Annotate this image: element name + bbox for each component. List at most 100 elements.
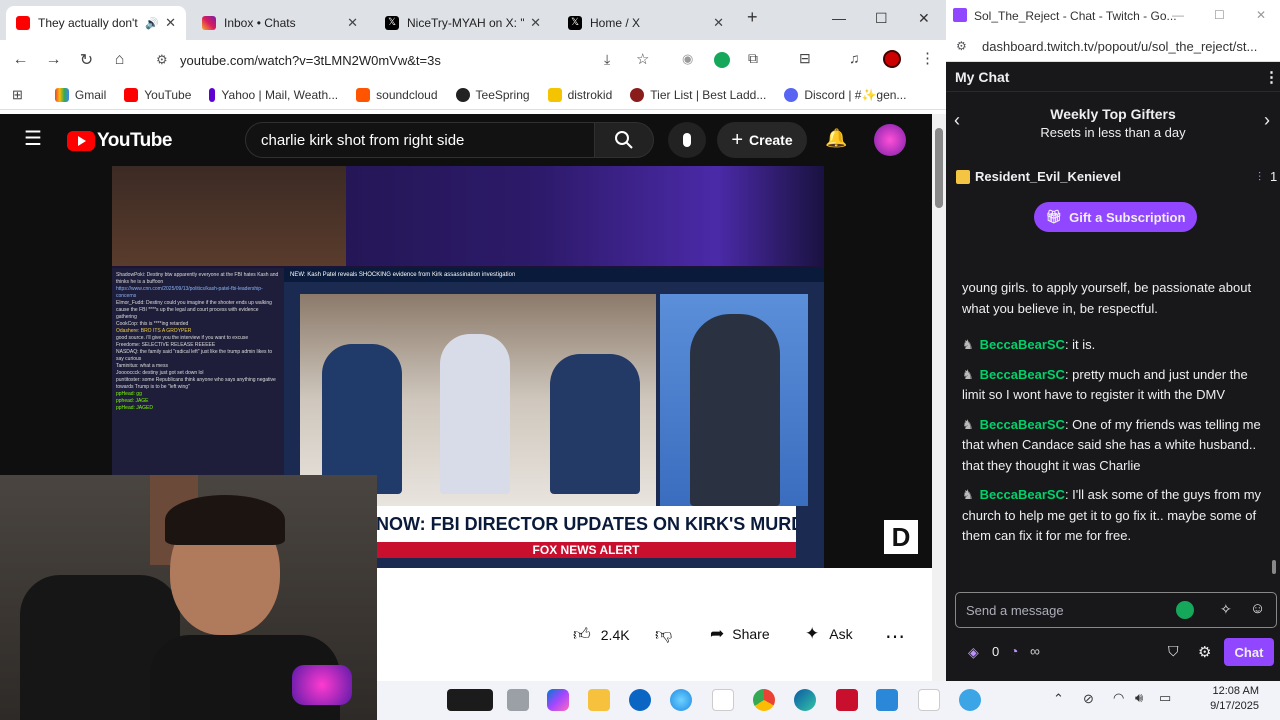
bookmark-discord[interactable]: Discord | #✨gen...: [784, 87, 906, 102]
voice-search-button[interactable]: [668, 122, 706, 158]
notepad-icon[interactable]: [712, 689, 734, 711]
minimize-icon[interactable]: —: [832, 10, 846, 26]
hype-icon[interactable]: ◔: [1010, 643, 1018, 659]
bookmark-youtube[interactable]: YouTube: [124, 87, 191, 102]
close-tab-icon[interactable]: ✕: [713, 15, 724, 31]
grammarly-icon[interactable]: [1176, 601, 1194, 619]
thumbs-down-icon: 👎︎: [655, 625, 673, 644]
bookmark-distrokid[interactable]: distrokid: [547, 87, 612, 102]
tab-instagram[interactable]: Inbox • Chats ✕: [192, 6, 368, 40]
like-button[interactable]: 👍︎ 2.4K: [573, 624, 630, 645]
share-button[interactable]: ➦ Share: [710, 624, 770, 644]
reload-icon[interactable]: ↻: [70, 50, 103, 70]
youtube-logo[interactable]: YouTube: [67, 130, 172, 152]
bookmark-gmail[interactable]: Gmail: [54, 87, 106, 102]
apps-icon[interactable]: ⊞: [12, 87, 23, 103]
tab-x-nicetry[interactable]: 𝕏 NiceTry-MYAH on X: "A ✕: [375, 6, 551, 40]
chat-username[interactable]: BeccaBearSC: [980, 487, 1065, 502]
bookmark-soundcloud[interactable]: soundcloud: [356, 87, 438, 102]
hamburger-menu-icon[interactable]: ☰: [24, 126, 42, 151]
chat-username[interactable]: BeccaBearSC: [980, 367, 1065, 382]
extensions-icon[interactable]: ⧉: [748, 50, 758, 67]
network-off-icon[interactable]: ⊘: [1083, 691, 1094, 707]
weather-app-icon[interactable]: [670, 689, 692, 711]
speaker-icon[interactable]: 🔊: [145, 17, 159, 30]
create-button[interactable]: + Create: [717, 122, 807, 158]
search-button[interactable]: [594, 122, 654, 158]
minimize-icon[interactable]: —: [1172, 8, 1184, 22]
volume-icon[interactable]: 🔊︎: [1135, 690, 1143, 706]
task-view-icon[interactable]: [507, 689, 529, 711]
copilot-icon[interactable]: [547, 689, 569, 711]
maximize-icon[interactable]: ☐: [1214, 8, 1225, 22]
chat-message: young girls. to apply yourself, be passi…: [946, 278, 1280, 319]
camera-icon[interactable]: ◉: [682, 51, 693, 67]
close-window-icon[interactable]: ✕: [918, 10, 930, 27]
clock[interactable]: 12:08 AM 9/17/2025: [1189, 684, 1259, 714]
close-tab-icon[interactable]: ✕: [347, 15, 358, 31]
new-tab-icon[interactable]: +: [747, 7, 758, 28]
top-gifter-count: 1: [1270, 169, 1278, 184]
chat-username[interactable]: BeccaBearSC: [980, 337, 1065, 352]
emote-picker-icon[interactable]: ☺: [1250, 600, 1265, 617]
site-info-icon[interactable]: ⚙: [156, 52, 168, 68]
hp-icon[interactable]: [629, 689, 651, 711]
thumbs-up-icon: 👍︎: [573, 625, 591, 644]
scrollbar-thumb[interactable]: [935, 128, 943, 208]
grammarly-icon[interactable]: [714, 52, 730, 68]
page-scrollbar[interactable]: [932, 114, 946, 720]
magic-wand-icon[interactable]: ✧: [1220, 601, 1232, 618]
twitch-favicon-icon: [953, 8, 967, 22]
close-tab-icon[interactable]: ✕: [530, 15, 541, 31]
chat-scrollbar-thumb[interactable]: [1272, 560, 1276, 574]
shield-icon[interactable]: ⛉: [1168, 643, 1179, 660]
photos-icon[interactable]: [876, 689, 898, 711]
close-tab-icon[interactable]: ✕: [165, 15, 176, 31]
account-avatar[interactable]: [874, 124, 906, 156]
twitch-url-bar[interactable]: ⚙ dashboard.twitch.tv/popout/u/sol_the_r…: [946, 32, 1280, 62]
settings-gear-icon[interactable]: ⚙: [1198, 643, 1211, 661]
chat-menu-icon[interactable]: ⋮: [1264, 68, 1279, 86]
chat-message-input[interactable]: Send a message ✧ ☺: [955, 592, 1277, 628]
top-gifter-name[interactable]: Resident_Evil_Kenievel: [975, 169, 1121, 184]
menu-icon[interactable]: ⋮: [920, 49, 935, 67]
notifications-bell-icon[interactable]: 🔔: [825, 128, 847, 149]
bookmark-tierlist[interactable]: Tier List | Best Ladd...: [630, 87, 766, 102]
chat-username[interactable]: BeccaBearSC: [980, 417, 1065, 432]
dislike-button[interactable]: 👎︎: [655, 624, 672, 645]
microphone-icon: [683, 133, 691, 147]
install-app-icon[interactable]: ⤓: [604, 51, 610, 68]
bookmark-yahoo[interactable]: Yahoo | Mail, Weath...: [209, 87, 338, 102]
app-icon[interactable]: [959, 689, 981, 711]
forward-icon[interactable]: →: [37, 51, 70, 69]
edge-icon[interactable]: [794, 689, 816, 711]
document-icon[interactable]: [918, 689, 940, 711]
media-control-icon[interactable]: ♫: [849, 50, 860, 66]
channel-points-icon[interactable]: ◈: [968, 644, 979, 661]
ask-button[interactable]: ✦ Ask: [805, 624, 853, 644]
address-bar[interactable]: ⚙ youtube.com/watch?v=3tLMN2W0mVw&t=3s: [150, 46, 790, 74]
tray-chevron-icon[interactable]: ⌃: [1053, 691, 1064, 707]
gift-subscription-button[interactable]: 🎁︎ Gift a Subscription: [1034, 202, 1197, 232]
back-icon[interactable]: ←: [4, 51, 37, 69]
battery-icon[interactable]: ▭: [1159, 690, 1171, 706]
site-info-icon[interactable]: ⚙: [956, 39, 967, 53]
bookmark-star-icon[interactable]: ☆: [636, 50, 649, 68]
profile-avatar[interactable]: [883, 50, 901, 68]
maximize-icon[interactable]: ☐: [875, 10, 888, 27]
home-icon[interactable]: ⌂: [103, 51, 136, 69]
search-input[interactable]: charlie kirk shot from right side: [245, 122, 595, 158]
bookmark-teespring[interactable]: TeeSpring: [455, 87, 530, 102]
close-window-icon[interactable]: ✕: [1256, 8, 1266, 22]
more-actions-icon[interactable]: ⋯: [885, 624, 905, 649]
tab-x-home[interactable]: 𝕏 Home / X ✕: [558, 6, 734, 40]
tab-search-icon[interactable]: ⊟: [799, 50, 811, 67]
chrome-icon[interactable]: [753, 689, 775, 711]
taskbar-search-art[interactable]: [447, 689, 493, 711]
chat-send-button[interactable]: Chat: [1224, 638, 1274, 666]
wifi-icon[interactable]: ◠: [1113, 690, 1124, 706]
mcafee-icon[interactable]: [836, 689, 858, 711]
file-explorer-icon[interactable]: [588, 689, 610, 711]
tab-title: NiceTry-MYAH on X: "A: [407, 16, 525, 30]
tab-youtube[interactable]: They actually don't 🔊 ✕: [6, 6, 186, 40]
